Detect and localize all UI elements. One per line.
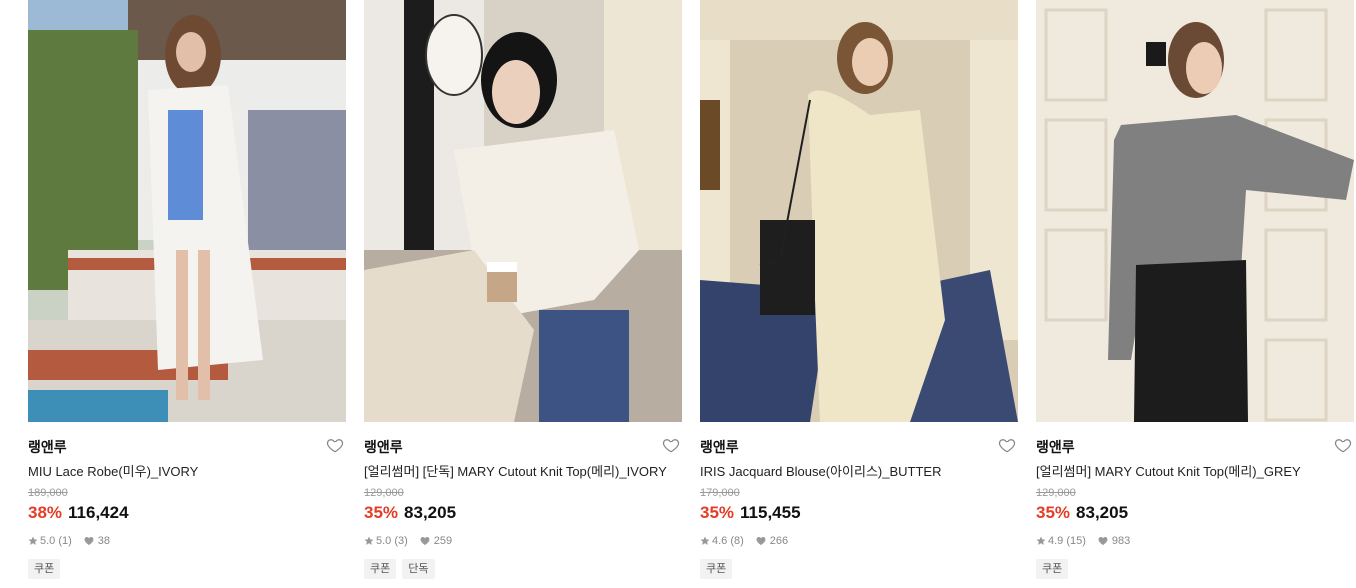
star-icon bbox=[28, 536, 38, 546]
brand-name[interactable]: 랭앤루 bbox=[1036, 437, 1075, 457]
rating-text: 4.9 (15) bbox=[1048, 535, 1086, 547]
like-heart-icon[interactable] bbox=[998, 436, 1016, 454]
rating-text: 4.6 (8) bbox=[712, 535, 744, 547]
rating-text: 5.0 (1) bbox=[40, 535, 72, 547]
product-card[interactable]: 랭앤루 [얼리썸머] MARY Cutout Knit Top(메리)_GREY… bbox=[1036, 0, 1354, 588]
product-image[interactable] bbox=[28, 0, 346, 422]
price-row: 35% 115,455 bbox=[700, 503, 801, 523]
product-name[interactable]: MIU Lace Robe(미우)_IVORY bbox=[28, 461, 198, 480]
tag-list: 쿠폰 bbox=[28, 559, 61, 579]
sale-price: 83,205 bbox=[1076, 503, 1129, 522]
product-image[interactable] bbox=[364, 0, 682, 422]
tag-list: 쿠폰 단독 bbox=[364, 559, 435, 579]
heart-filled-icon bbox=[84, 536, 94, 546]
tag-exclusive: 단독 bbox=[402, 559, 435, 579]
likes-count: 38 bbox=[84, 535, 110, 547]
product-name[interactable]: IRIS Jacquard Blouse(아이리스)_BUTTER bbox=[700, 461, 941, 480]
product-name[interactable]: [얼리썸머] MARY Cutout Knit Top(메리)_GREY bbox=[1036, 461, 1301, 480]
product-card[interactable]: 랭앤루 [얼리썸머] [단독] MARY Cutout Knit Top(메리)… bbox=[364, 0, 682, 588]
discount-rate: 35% bbox=[1036, 503, 1071, 522]
product-image[interactable] bbox=[700, 0, 1018, 422]
discount-rate: 38% bbox=[28, 503, 63, 522]
price-row: 35% 83,205 bbox=[364, 503, 456, 523]
brand-name[interactable]: 랭앤루 bbox=[364, 437, 403, 457]
tag-coupon: 쿠폰 bbox=[364, 559, 397, 579]
product-card[interactable]: 랭앤루 IRIS Jacquard Blouse(아이리스)_BUTTER 17… bbox=[700, 0, 1018, 588]
original-price: 189,000 bbox=[28, 487, 68, 499]
heart-filled-icon bbox=[756, 536, 766, 546]
price-row: 38% 116,424 bbox=[28, 503, 129, 523]
likes-count: 266 bbox=[756, 535, 788, 547]
like-heart-icon[interactable] bbox=[662, 436, 680, 454]
review-meta: 5.0 (1) 38 bbox=[28, 535, 110, 547]
likes-text: 983 bbox=[1111, 535, 1131, 547]
review-meta: 4.9 (15) 983 bbox=[1036, 535, 1130, 547]
review-meta: 5.0 (3) 259 bbox=[364, 535, 452, 547]
sale-price: 116,424 bbox=[68, 503, 129, 522]
product-name[interactable]: [얼리썸머] [단독] MARY Cutout Knit Top(메리)_IVO… bbox=[364, 461, 667, 480]
likes-text: 259 bbox=[433, 535, 453, 547]
price-row: 35% 83,205 bbox=[1036, 503, 1128, 523]
star-icon bbox=[364, 536, 374, 546]
original-price: 129,000 bbox=[1036, 487, 1076, 499]
like-heart-icon[interactable] bbox=[326, 436, 344, 454]
star-icon bbox=[1036, 536, 1046, 546]
tag-list: 쿠폰 bbox=[700, 559, 733, 579]
like-heart-icon[interactable] bbox=[1334, 436, 1352, 454]
rating-text: 5.0 (3) bbox=[376, 535, 408, 547]
product-card[interactable]: 랭앤루 MIU Lace Robe(미우)_IVORY 189,000 38% 1… bbox=[28, 0, 346, 588]
tag-coupon: 쿠폰 bbox=[1036, 559, 1069, 579]
original-price: 129,000 bbox=[364, 487, 404, 499]
brand-name[interactable]: 랭앤루 bbox=[700, 437, 739, 457]
original-price: 179,000 bbox=[700, 487, 740, 499]
likes-text: 266 bbox=[769, 535, 789, 547]
brand-name[interactable]: 랭앤루 bbox=[28, 437, 67, 457]
tag-coupon: 쿠폰 bbox=[28, 559, 61, 579]
discount-rate: 35% bbox=[700, 503, 735, 522]
heart-filled-icon bbox=[1098, 536, 1108, 546]
heart-filled-icon bbox=[420, 536, 430, 546]
discount-rate: 35% bbox=[364, 503, 399, 522]
product-image[interactable] bbox=[1036, 0, 1354, 422]
likes-text: 38 bbox=[97, 535, 111, 547]
sale-price: 83,205 bbox=[404, 503, 457, 522]
tag-list: 쿠폰 bbox=[1036, 559, 1069, 579]
review-meta: 4.6 (8) 266 bbox=[700, 535, 788, 547]
likes-count: 259 bbox=[420, 535, 452, 547]
star-icon bbox=[700, 536, 710, 546]
likes-count: 983 bbox=[1098, 535, 1130, 547]
sale-price: 115,455 bbox=[740, 503, 801, 522]
tag-coupon: 쿠폰 bbox=[700, 559, 733, 579]
